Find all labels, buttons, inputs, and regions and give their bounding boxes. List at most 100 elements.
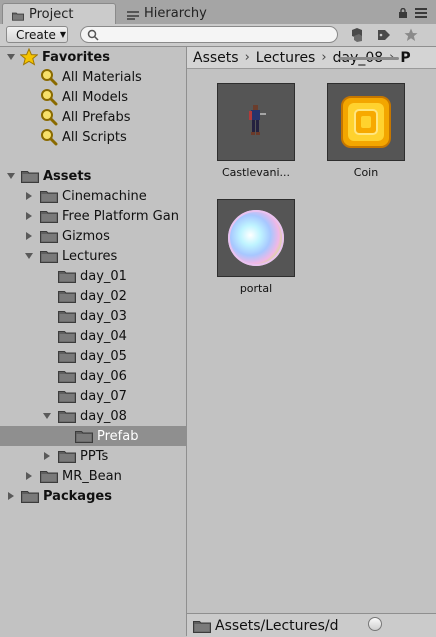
folder-icon	[58, 449, 76, 463]
folder-icon	[40, 229, 58, 243]
search-icon	[87, 29, 99, 41]
tab-label: Project	[29, 7, 74, 22]
tree-label: Assets	[43, 168, 92, 184]
folder-icon	[21, 169, 39, 183]
folder-icon	[58, 349, 76, 363]
menu-icon[interactable]	[414, 6, 428, 18]
asset-castlevania[interactable]: Castlevani...	[215, 83, 297, 179]
tree-label: day_01	[80, 268, 127, 284]
chevron-right-icon[interactable]	[24, 211, 34, 221]
tree-label: All Scripts	[62, 129, 127, 145]
folder-icon	[58, 369, 76, 383]
tree-label: day_02	[80, 288, 127, 304]
filter-label-icon[interactable]	[374, 26, 394, 44]
tree-label: Prefab	[97, 428, 139, 444]
asset-label: portal	[239, 282, 273, 295]
tree-item-all-prefabs[interactable]: All Prefabs	[0, 107, 186, 127]
tree-label: day_07	[80, 388, 127, 404]
asset-thumbnail	[217, 83, 295, 161]
coin-icon	[341, 96, 391, 148]
asset-coin[interactable]: Coin	[325, 83, 407, 179]
tree-item-assets[interactable]: Assets	[0, 166, 186, 186]
folder-icon	[40, 209, 58, 223]
tree-label: day_05	[80, 348, 127, 364]
zoom-slider[interactable]	[339, 57, 399, 60]
chevron-down-icon[interactable]	[42, 411, 52, 421]
tree-item-mr-bean[interactable]: MR_Bean	[0, 466, 186, 486]
tree-label: PPTs	[80, 448, 109, 464]
tab-hierarchy[interactable]: Hierarchy	[118, 3, 238, 24]
tree-item-all-materials[interactable]: All Materials	[0, 67, 186, 87]
search-icon	[40, 128, 58, 146]
tree-label: MR_Bean	[62, 468, 122, 484]
chevron-down-icon[interactable]	[6, 52, 16, 62]
zoom-slider-handle[interactable]	[368, 617, 382, 631]
tree-item-free-platform[interactable]: Free Platform Gan	[0, 206, 186, 226]
asset-thumbnail	[217, 199, 295, 277]
tree-item-day-06[interactable]: day_06	[0, 366, 186, 386]
tree-item-packages[interactable]: Packages	[0, 486, 186, 506]
chevron-down-icon[interactable]	[6, 171, 16, 181]
tree-label: Favorites	[42, 49, 110, 65]
tree-item-prefab[interactable]: Prefab	[0, 426, 186, 446]
asset-browser: Assets › Lectures › day_08 › P Castlevan…	[187, 47, 436, 637]
chevron-down-icon[interactable]	[24, 251, 34, 261]
tree-label: Packages	[43, 488, 112, 504]
tree-label: Lectures	[62, 248, 118, 264]
tree-item-all-scripts[interactable]: All Scripts	[0, 127, 186, 147]
folder-icon	[58, 329, 76, 343]
tree-item-day-01[interactable]: day_01	[0, 266, 186, 286]
search-icon	[40, 108, 58, 126]
tree-item-cinemachine[interactable]: Cinemachine	[0, 186, 186, 206]
tree-item-day-04[interactable]: day_04	[0, 326, 186, 346]
asset-label: Coin	[353, 166, 379, 179]
tree-item-ppts[interactable]: PPTs	[0, 446, 186, 466]
folder-icon	[58, 389, 76, 403]
chevron-right-icon[interactable]	[24, 231, 34, 241]
folder-icon	[58, 289, 76, 303]
tree-item-lectures[interactable]: Lectures	[0, 246, 186, 266]
tree-label: All Materials	[62, 69, 142, 85]
asset-portal[interactable]: portal	[215, 199, 297, 295]
tree-item-day-05[interactable]: day_05	[0, 346, 186, 366]
project-tree: Favorites All Materials All Models All P…	[0, 47, 187, 636]
tree-label: Cinemachine	[62, 188, 147, 204]
star-icon	[19, 47, 39, 66]
folder-icon	[40, 469, 58, 483]
folder-icon	[75, 429, 93, 443]
search-input[interactable]	[80, 26, 338, 43]
tree-item-day-07[interactable]: day_07	[0, 386, 186, 406]
tree-label: Free Platform Gan	[62, 208, 179, 224]
tree-label: All Prefabs	[62, 109, 131, 125]
chevron-right-icon[interactable]	[42, 451, 52, 461]
tree-item-day-03[interactable]: day_03	[0, 306, 186, 326]
breadcrumb-item[interactable]: Assets	[187, 50, 245, 66]
chevron-right-icon[interactable]	[24, 471, 34, 481]
chevron-right-icon[interactable]	[24, 191, 34, 201]
folder-icon	[21, 489, 39, 503]
chevron-down-icon: ▼	[59, 30, 67, 39]
tree-item-gizmos[interactable]: Gizmos	[0, 226, 186, 246]
tree-label: All Models	[62, 89, 129, 105]
star-icon[interactable]	[401, 26, 421, 44]
tree-item-day-08[interactable]: day_08	[0, 406, 186, 426]
list-icon	[127, 9, 139, 20]
tree-label: Gizmos	[62, 228, 110, 244]
asset-label: Castlevani...	[221, 166, 291, 179]
filter-type-icon[interactable]	[347, 26, 367, 44]
search-icon	[40, 68, 58, 86]
tree-label: day_03	[80, 308, 127, 324]
create-button[interactable]: Create ▼	[6, 26, 68, 43]
tree-item-favorites[interactable]: Favorites	[0, 47, 186, 67]
tree-item-all-models[interactable]: All Models	[0, 87, 186, 107]
folder-icon	[40, 189, 58, 203]
asset-thumbnail	[327, 83, 405, 161]
lock-icon[interactable]	[398, 7, 408, 18]
tab-project[interactable]: Project	[2, 3, 116, 25]
tree-item-day-02[interactable]: day_02	[0, 286, 186, 306]
chevron-right-icon[interactable]	[6, 491, 16, 501]
tab-bar: Project Hierarchy	[0, 0, 436, 25]
breadcrumb-item[interactable]: Lectures	[250, 50, 322, 66]
portal-sphere-icon	[228, 210, 284, 266]
status-bar: Assets/Lectures/d	[187, 613, 436, 637]
